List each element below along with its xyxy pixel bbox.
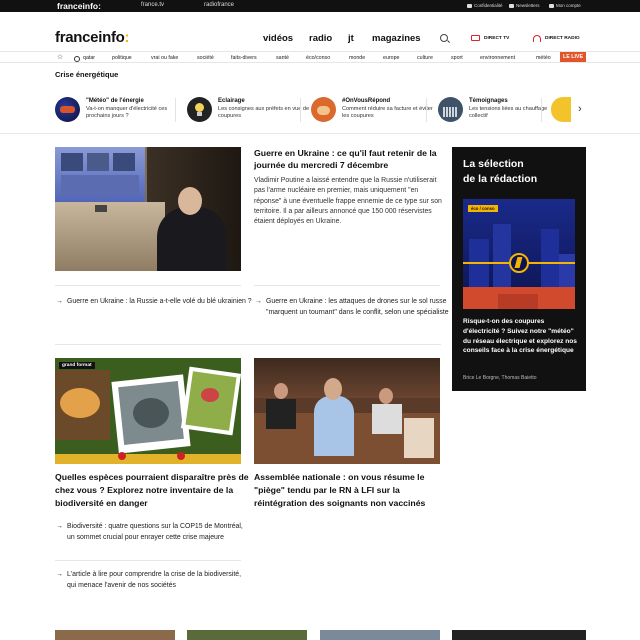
nav-magazines[interactable]: magazines [372,33,421,44]
biodiversity-collage-image[interactable] [55,358,241,464]
carousel-subtitle: Les consignes aux préfets en vue de coup… [218,106,310,119]
user-icon [549,3,554,8]
section-title: Crise énergétique [55,70,119,79]
live-badge[interactable]: LE LIVE [560,52,586,62]
related-article-link[interactable]: → Biodiversité : quatre questions sur la … [56,521,252,543]
divider [55,285,241,286]
assembly-article-title[interactable]: Assemblée nationale : on vous résume le … [254,471,446,510]
editor-selection-panel: La sélection de la rédaction éco / conso … [452,147,586,391]
franceinfo-brand-link[interactable]: franceinfo: [57,1,101,11]
energy-weather-thumbnail [55,97,80,122]
arrow-right-icon: → [255,298,262,305]
francetv-link[interactable]: france.tv [141,2,164,8]
nav-videos[interactable]: vidéos [263,33,293,44]
subnav-europe[interactable]: europe [383,55,400,61]
radiator-icon [438,97,463,122]
main-article-summary: Vladimir Poutine a laissé entendre que l… [254,177,442,226]
globe-icon [74,55,80,62]
sidebar-article-title[interactable]: Risque-t-on des coupures d'électricité ?… [463,317,578,356]
headphones-icon [533,35,541,42]
carousel-title: Témoignages [469,98,508,104]
subnav-vrai-ou-fake[interactable]: vrai ou fake [151,55,178,61]
biodiversity-article-title[interactable]: Quelles espèces pourraient disparaître p… [55,471,250,510]
sidebar-authors: Brice Le Borgne, Thomas Baietto [463,375,537,381]
related-article-link[interactable]: → Guerre en Ukraine : la Russie a-t-elle … [56,296,252,307]
star-icon[interactable]: ☆ [57,53,63,61]
direct-tv-link[interactable]: DIRECT TV [471,35,509,41]
main-article-title[interactable]: Guerre en Ukraine : ce qu'il faut reteni… [254,147,444,171]
search-icon[interactable] [440,34,448,42]
top-bar: franceinfo: france.tv radiofrance Confid… [0,0,640,12]
account-link[interactable]: Mon compte [549,3,581,8]
newsletters-link[interactable]: Newsletters [509,3,540,8]
article-thumbnail[interactable] [320,630,440,640]
carousel-item-partial[interactable] [551,97,571,122]
subnav-monde[interactable]: monde [349,55,365,61]
related-article-link[interactable]: → L'article à lire pour comprendre la cri… [56,569,252,591]
arrow-right-icon: → [56,571,63,578]
tv-icon [471,35,480,41]
subnav-culture[interactable]: culture [417,55,433,61]
related-article-link[interactable]: → Guerre en Ukraine : les attaques de dro… [255,296,451,318]
subnav-faits-divers[interactable]: faits-divers [231,55,257,61]
article-thumbnail[interactable] [55,630,175,640]
subnav-sante[interactable]: santé [276,55,289,61]
article-thumbnail[interactable] [187,630,307,640]
carousel-title: "Météo" de l'énergie [86,98,144,104]
divider [55,560,241,561]
putin-meeting-image[interactable] [55,147,241,271]
subnav-meteo[interactable]: météo [536,55,551,61]
divider [0,133,640,134]
nav-jt[interactable]: jt [348,33,354,44]
divider [254,285,440,286]
subnav-eco-conso[interactable]: éco/conso [306,55,330,61]
carousel-title: #OnVousRépond [342,98,391,104]
subnav-qatar[interactable]: qatar [83,55,95,61]
direct-radio-link[interactable]: DIRECT RADIO [533,35,580,42]
divider [300,98,301,122]
arrow-right-icon: → [56,523,63,530]
subnav-societe[interactable]: société [197,55,214,61]
carousel-subtitle: Va-t-on manquer d'électricité ces procha… [86,106,168,119]
chevron-right-icon[interactable]: › [578,103,582,115]
lightbulb-icon [187,97,212,122]
sub-navigation: ☆ qatar politique vrai ou fake société f… [0,51,640,63]
power-grid-illustration[interactable] [463,199,575,309]
article-thumbnail[interactable] [452,630,586,640]
carousel-title: Eclairage [218,98,245,104]
nav-radio[interactable]: radio [309,33,332,44]
sidebar-title: La sélection de la rédaction [463,158,538,185]
grand-format-badge: grand format [59,362,95,369]
divider [426,98,427,122]
lock-icon [467,3,472,8]
category-tag[interactable]: éco / conso [468,205,498,212]
privacy-link[interactable]: Confidentialité [467,3,503,8]
divider [175,98,176,122]
subnav-environnement[interactable]: environnement [480,55,515,61]
national-assembly-image[interactable] [254,358,440,464]
carousel-subtitle: Les tensions liées au chauffage collecti… [469,106,548,119]
divider [541,98,542,122]
arrow-right-icon: → [56,298,63,305]
carousel-subtitle: Comment réduire sa facture et éviter les… [342,106,433,119]
site-logo[interactable]: franceinfo: [55,29,130,46]
piggy-bank-icon [311,97,336,122]
subnav-politique[interactable]: politique [112,55,132,61]
divider [55,344,441,345]
subnav-sport[interactable]: sport [451,55,463,61]
radiofrance-link[interactable]: radiofrance [204,2,234,8]
mail-icon [509,3,514,8]
